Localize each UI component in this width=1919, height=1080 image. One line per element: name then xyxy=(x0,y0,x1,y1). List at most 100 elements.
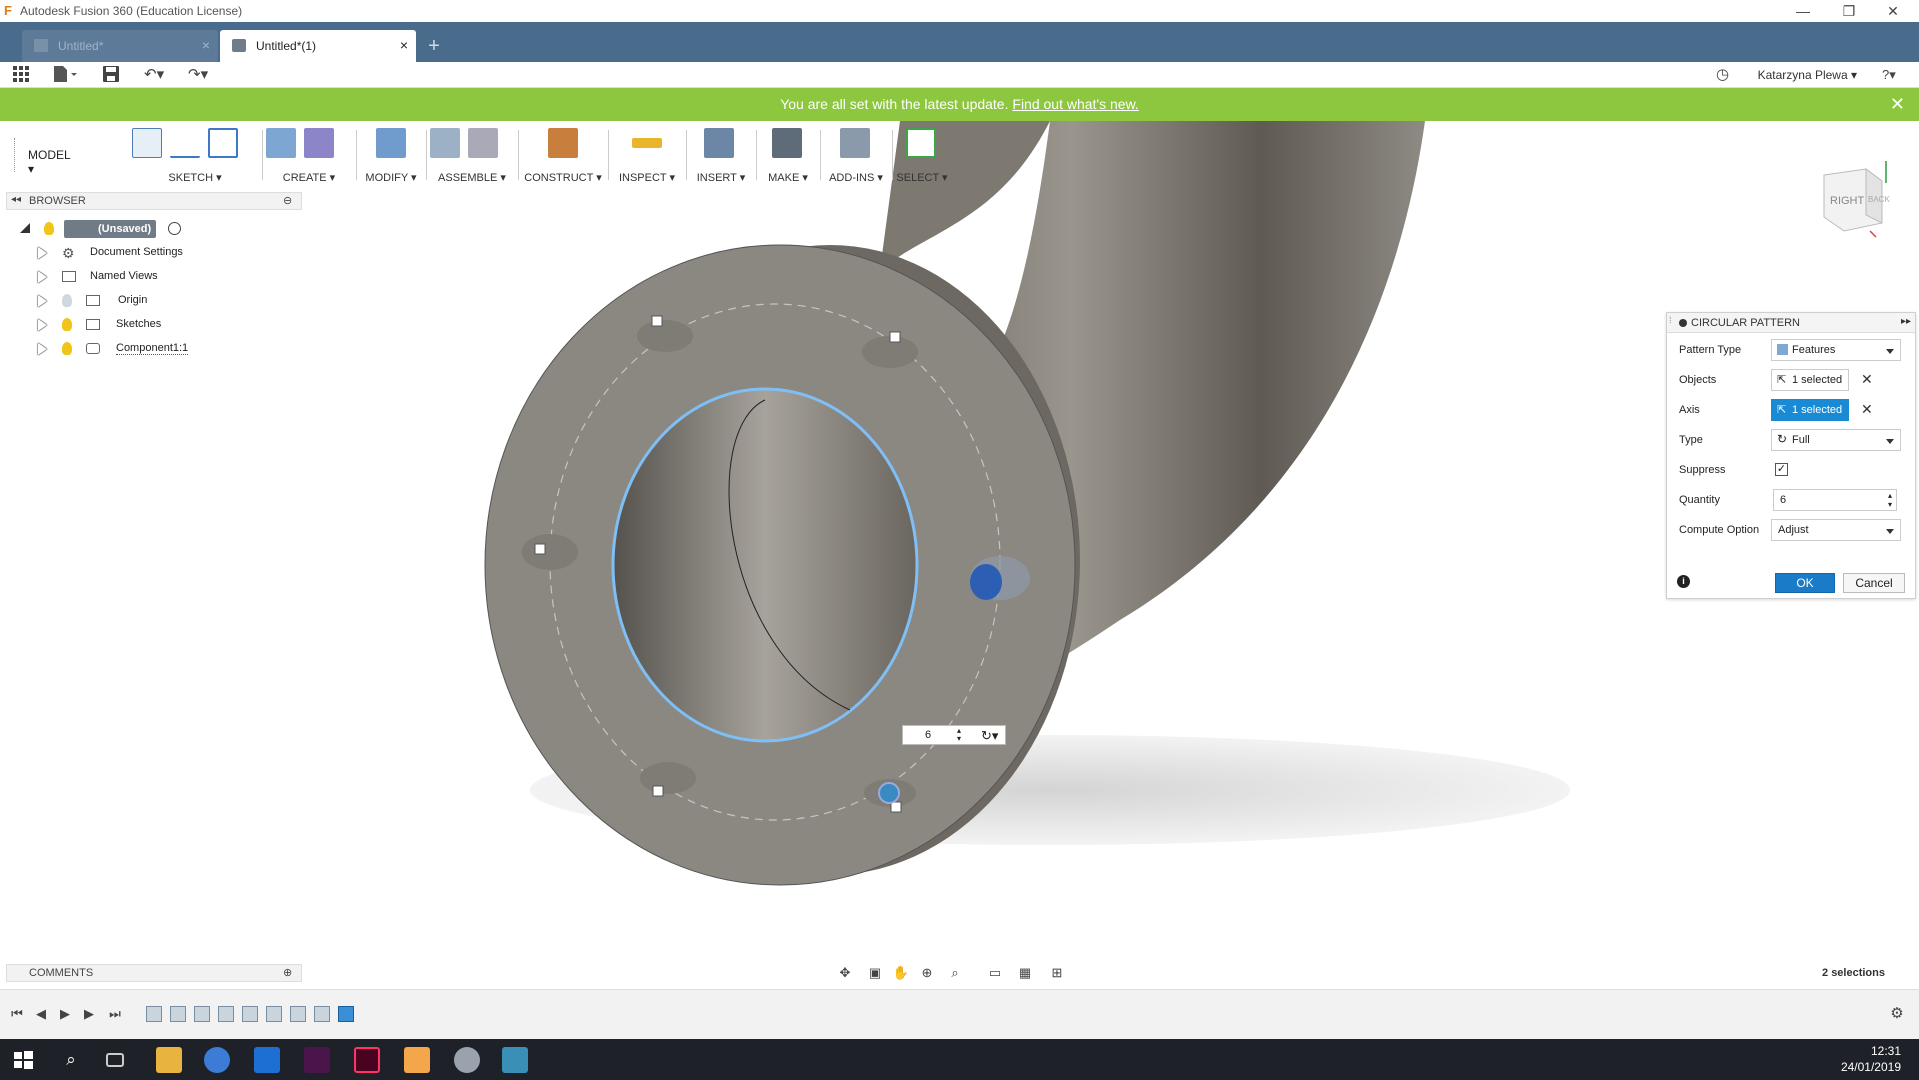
data-panel-grid-icon[interactable] xyxy=(12,65,30,85)
suppress-checkbox[interactable]: ✓ xyxy=(1775,463,1788,476)
clear-objects-icon[interactable]: ✕ xyxy=(1861,371,1873,388)
quantity-spinner-icon[interactable]: ▴ ▾ xyxy=(957,727,961,743)
expand-icon[interactable] xyxy=(38,295,47,307)
timeline-sweep-feature[interactable] xyxy=(194,1006,210,1022)
insert-group[interactable]: INSERT ▾ xyxy=(690,124,752,186)
quantity-stepper[interactable]: 6 ▴ ▾ xyxy=(1773,489,1897,511)
tree-item-origin[interactable]: Origin xyxy=(0,290,300,312)
viewports-icon[interactable]: ⊞ xyxy=(1048,964,1066,982)
expand-dialog-icon[interactable]: ▸▸ xyxy=(1901,316,1911,327)
timeline-sketch-feature[interactable] xyxy=(218,1006,234,1022)
browser-pin-icon[interactable]: ⊖ xyxy=(283,194,292,207)
minimize-button[interactable]: — xyxy=(1788,2,1818,20)
view-cube-right-face[interactable]: RIGHT xyxy=(1830,195,1864,207)
selected-bore-edge[interactable] xyxy=(611,387,919,743)
document-tab-untitled-1[interactable]: Untitled*(1) × xyxy=(220,30,416,62)
file-explorer-icon[interactable] xyxy=(156,1047,182,1073)
new-component-icon[interactable] xyxy=(430,128,460,158)
collapse-root-icon[interactable] xyxy=(20,223,30,233)
timeline-extrude-feature[interactable] xyxy=(170,1006,186,1022)
go-to-start-icon[interactable]: ⏮ xyxy=(10,1007,24,1021)
timeline-hole-feature[interactable] xyxy=(290,1006,306,1022)
selected-hole-feature[interactable] xyxy=(878,782,900,804)
view-cube[interactable]: RIGHT BACK xyxy=(1820,155,1892,245)
inspect-menu[interactable]: INSPECT ▾ xyxy=(612,171,682,184)
tree-root[interactable]: (Unsaved) xyxy=(0,218,300,240)
photos-icon[interactable] xyxy=(502,1047,528,1073)
visibility-bulb-icon[interactable] xyxy=(62,294,72,307)
play-icon[interactable]: ▶ xyxy=(58,1007,72,1021)
timeline-active-pattern-feature[interactable] xyxy=(338,1006,354,1022)
expand-icon[interactable] xyxy=(38,247,47,259)
collapse-browser-icon[interactable]: ◂◂ xyxy=(11,194,21,205)
insert-menu[interactable]: INSERT ▾ xyxy=(690,171,752,184)
close-window-button[interactable]: ✕ xyxy=(1878,2,1908,20)
slack-icon[interactable] xyxy=(304,1047,330,1073)
compute-option-select[interactable]: Adjust xyxy=(1771,519,1901,541)
info-icon[interactable]: i xyxy=(1677,575,1690,588)
chrome-icon[interactable] xyxy=(204,1047,230,1073)
insert-image-icon[interactable] xyxy=(704,128,734,158)
search-icon[interactable]: ⌕ xyxy=(58,1047,84,1073)
add-comment-icon[interactable]: ⊕ xyxy=(283,966,292,979)
sketch-menu[interactable]: SKETCH ▾ xyxy=(132,171,258,184)
grid-settings-icon[interactable]: ▦ xyxy=(1016,964,1034,982)
timeline-settings-gear-icon[interactable]: ⚙ xyxy=(1890,1006,1904,1021)
new-tab-button[interactable]: + xyxy=(420,34,448,60)
pan-hand-icon[interactable]: ✋ xyxy=(892,964,910,982)
modify-menu[interactable]: MODIFY ▾ xyxy=(360,171,422,184)
tree-item-sketches[interactable]: Sketches xyxy=(0,314,300,336)
whats-new-link[interactable]: Find out what's new. xyxy=(1012,96,1138,112)
expand-icon[interactable] xyxy=(38,319,47,331)
close-banner-icon[interactable]: ✕ xyxy=(1890,94,1905,115)
sketch-group[interactable]: SKETCH ▾ xyxy=(132,124,258,186)
look-at-icon[interactable]: ▣ xyxy=(866,964,884,982)
modify-group[interactable]: MODIFY ▾ xyxy=(360,124,422,186)
pattern-type-select[interactable]: Features xyxy=(1771,339,1901,361)
indesign-icon[interactable] xyxy=(354,1047,380,1073)
expand-icon[interactable] xyxy=(38,271,47,283)
toolbar-grip[interactable] xyxy=(14,138,16,172)
3d-print-icon[interactable] xyxy=(772,128,802,158)
job-status-clock-icon[interactable]: ◷ xyxy=(1716,65,1729,85)
clear-axis-icon[interactable]: ✕ xyxy=(1861,401,1873,418)
document-tab-untitled[interactable]: Untitled* × xyxy=(22,30,218,62)
quantity-spinner-icon[interactable]: ▴ ▾ xyxy=(1888,491,1892,509)
make-menu[interactable]: MAKE ▾ xyxy=(760,171,816,184)
help-menu-icon[interactable]: ?▾ xyxy=(1882,65,1896,85)
dialog-grip-icon[interactable]: ⁞ xyxy=(1669,315,1672,325)
tree-item-document-settings[interactable]: ⚙ Document Settings xyxy=(0,242,300,264)
add-ins-group[interactable]: ADD-INS ▾ xyxy=(824,124,888,186)
timeline-extrude-feature[interactable] xyxy=(242,1006,258,1022)
offset-plane-icon[interactable] xyxy=(548,128,578,158)
step-back-icon[interactable]: ◀ xyxy=(34,1007,48,1021)
task-view-icon[interactable] xyxy=(106,1053,124,1067)
create-menu[interactable]: CREATE ▾ xyxy=(266,171,352,184)
measure-icon[interactable] xyxy=(632,138,662,148)
expand-icon[interactable] xyxy=(38,343,47,355)
dialog-header[interactable]: ⁞ CIRCULAR PATTERN ▸▸ xyxy=(1667,313,1915,333)
tree-item-component[interactable]: Component1:1 xyxy=(0,338,300,360)
objects-selector[interactable]: ⇱ 1 selected xyxy=(1771,369,1849,391)
undo-icon[interactable]: ↶▾ xyxy=(144,65,164,85)
display-settings-icon[interactable]: ▭ xyxy=(986,964,1004,982)
line-icon[interactable] xyxy=(170,128,200,158)
canvas-quantity-input[interactable]: 6 ▴ ▾ ↻▾ xyxy=(902,725,1006,745)
form-icon[interactable] xyxy=(304,128,334,158)
inspect-group[interactable]: INSPECT ▾ xyxy=(612,124,682,186)
axis-selector[interactable]: ⇱ 1 selected xyxy=(1771,399,1849,421)
zoom-window-icon[interactable]: ⌕ xyxy=(946,964,964,982)
add-ins-menu[interactable]: ADD-INS ▾ xyxy=(824,171,888,184)
file-menu-icon[interactable] xyxy=(52,65,78,85)
direction-toggle-icon[interactable]: ↻▾ xyxy=(981,728,998,744)
timeline-sketch-feature[interactable] xyxy=(146,1006,162,1022)
workspace-switcher[interactable]: MODEL ▾ xyxy=(28,148,70,176)
fusion-360-icon[interactable] xyxy=(404,1047,430,1073)
select-icon[interactable] xyxy=(906,128,936,158)
scripts-addins-icon[interactable] xyxy=(840,128,870,158)
cancel-button[interactable]: Cancel xyxy=(1843,573,1905,593)
redo-icon[interactable]: ↷▾ xyxy=(188,65,208,85)
press-pull-icon[interactable] xyxy=(376,128,406,158)
visibility-bulb-icon[interactable] xyxy=(62,318,72,331)
save-icon[interactable] xyxy=(102,65,120,85)
